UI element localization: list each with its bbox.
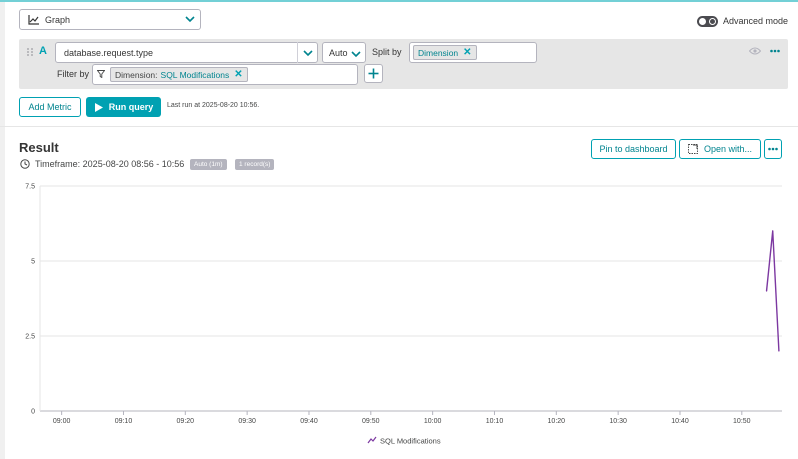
run-query-label: Run query	[108, 102, 154, 112]
filter-by-input[interactable]: Dimension: SQL Modifications ✕	[92, 64, 358, 85]
toggle-off-indicator	[709, 18, 716, 25]
remove-chip-icon[interactable]: ✕	[234, 69, 242, 80]
more-options-icon	[768, 147, 778, 151]
split-by-label: Split by	[372, 47, 402, 57]
drag-handle-icon[interactable]	[26, 47, 34, 57]
y-tick-label: 0	[31, 409, 35, 416]
last-run-text: Last run at 2025-08-20 10:56.	[167, 102, 260, 109]
filter-chip: Dimension: SQL Modifications ✕	[110, 67, 248, 82]
legend-swatch	[367, 436, 377, 444]
metric-value: database.request.type	[64, 47, 154, 58]
query-letter: A	[39, 45, 47, 57]
split-by-chip: Dimension ✕	[413, 45, 477, 60]
timeframe-text: Timeframe: 2025-08-20 08:56 - 10:56	[35, 159, 185, 169]
x-tick-label: 09:30	[238, 418, 256, 425]
x-tick-label: 09:20	[177, 418, 195, 425]
x-tick-label: 10:50	[733, 418, 751, 425]
data-point	[772, 230, 774, 232]
y-tick-label: 7.5	[25, 184, 35, 191]
add-filter-button[interactable]	[364, 64, 383, 83]
open-with-button[interactable]: Open with...	[679, 139, 761, 159]
y-axis: 7.5 5 2.5 0	[25, 184, 35, 416]
toggle-knob	[699, 18, 706, 25]
add-metric-button[interactable]: Add Metric	[19, 97, 81, 117]
legend-label: SQL Modifications	[380, 437, 441, 446]
pin-to-dashboard-button[interactable]: Pin to dashboard	[591, 139, 676, 159]
visualization-label: Graph	[45, 14, 71, 25]
resolution-badge: Auto (1m)	[190, 159, 227, 170]
x-tick-label: 09:40	[300, 418, 318, 425]
chevron-down-icon	[185, 16, 195, 23]
x-tick-label: 10:00	[424, 418, 442, 425]
more-options-icon[interactable]	[770, 49, 780, 53]
plus-icon	[368, 68, 379, 79]
aggregation-select[interactable]: Auto	[322, 42, 366, 63]
app-window: Graph Advanced mode A database.request.t…	[0, 0, 798, 459]
split-by-input[interactable]: Dimension ✕	[409, 42, 537, 63]
x-axis: 09:00 09:10 09:20 09:30 09:40 09:50 10:00 10:10…	[53, 411, 751, 425]
eye-icon[interactable]	[749, 47, 761, 55]
metric-input[interactable]: database.request.type	[55, 42, 318, 63]
resolution-badge-label: Auto (1m)	[194, 161, 223, 168]
line-chart-icon	[28, 14, 39, 25]
filter-icon	[97, 70, 105, 78]
series-layer	[765, 230, 780, 352]
x-tick-label: 10:20	[548, 418, 566, 425]
series-line	[765, 230, 780, 352]
add-metric-label: Add Metric	[28, 102, 72, 112]
more-actions-button[interactable]	[764, 139, 782, 159]
x-tick-label: 09:10	[115, 418, 133, 425]
x-tick-label: 10:30	[609, 418, 627, 425]
play-icon	[94, 102, 103, 112]
x-tick-label: 10:10	[486, 418, 504, 425]
visualization-select[interactable]: Graph	[19, 9, 201, 30]
open-external-icon	[688, 144, 698, 154]
x-tick-label: 09:00	[53, 418, 71, 425]
chevron-down-icon	[351, 51, 361, 58]
result-title: Result	[19, 140, 59, 155]
run-query-button[interactable]: Run query	[86, 97, 161, 117]
result-chart: 7.5 5 2.5 0 09:00 09:10 09:20 09:30 09:40 09:50 1…	[25, 184, 782, 446]
records-badge-label: 1 record(s)	[239, 161, 271, 168]
chart-legend[interactable]: SQL Modifications	[367, 436, 441, 446]
remove-chip-icon[interactable]: ✕	[463, 47, 471, 58]
split-chip-label: Dimension	[418, 47, 459, 58]
pin-to-dashboard-label: Pin to dashboard	[599, 144, 668, 154]
y-tick-label: 2.5	[25, 334, 35, 341]
chart-grid	[39, 185, 782, 412]
data-point	[778, 350, 780, 352]
records-badge: 1 record(s)	[235, 159, 275, 170]
filter-chip-key: Dimension:	[115, 69, 158, 80]
aggregation-value: Auto	[329, 47, 348, 58]
filter-chip-value: SQL Modifications	[160, 69, 230, 80]
clock-icon	[20, 159, 30, 169]
x-tick-label: 10:40	[671, 418, 689, 425]
section-divider	[0, 126, 798, 127]
metric-dropdown-toggle[interactable]	[297, 42, 318, 63]
filter-by-label: Filter by	[57, 69, 90, 79]
advanced-mode-toggle[interactable]	[697, 16, 718, 27]
chevron-down-icon	[303, 49, 313, 56]
y-tick-label: 5	[31, 259, 35, 266]
advanced-mode-label: Advanced mode	[723, 16, 789, 26]
open-with-label: Open with...	[703, 144, 753, 154]
x-tick-label: 09:50	[362, 418, 380, 425]
data-point	[765, 290, 768, 292]
